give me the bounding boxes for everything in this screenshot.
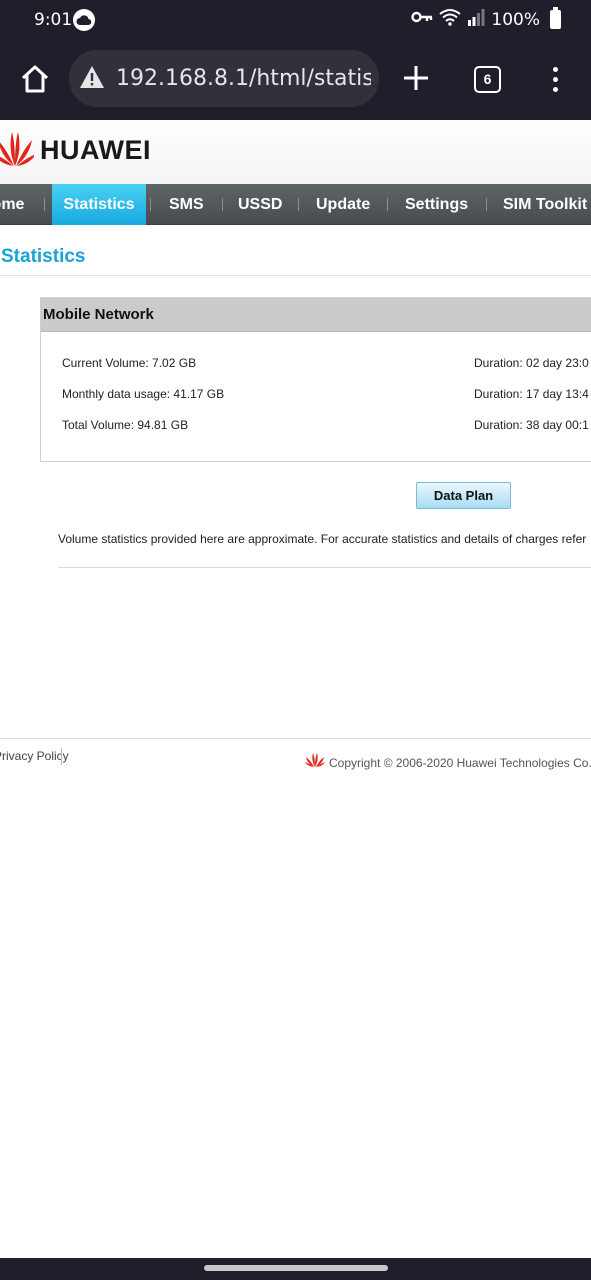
site-header: HUAWEI — [0, 120, 591, 184]
nav-separator — [150, 198, 151, 211]
wifi-icon — [439, 8, 462, 31]
note-divider — [58, 567, 591, 568]
nav-statistics[interactable]: Statistics — [52, 184, 146, 225]
home-icon[interactable] — [20, 64, 50, 94]
nav-sim-toolkit-label: SIM Toolkit — [503, 196, 588, 213]
panel-header: Mobile Network — [41, 298, 591, 332]
volume-note: Volume statistics provided here are appr… — [58, 532, 587, 546]
monthly-duration: Duration: 17 day 13:4 — [474, 387, 589, 401]
current-duration: Duration: 02 day 23:0 — [474, 356, 589, 370]
nav-separator — [44, 198, 45, 211]
total-duration: Duration: 38 day 00:1 — [474, 418, 589, 432]
copyright: Copyright © 2006-2020 Huawei Technologie… — [305, 752, 591, 773]
nav-update-label: Update — [316, 196, 371, 213]
nav-settings[interactable]: Settings — [405, 184, 468, 225]
battery-percent: 100% — [491, 9, 540, 30]
nav-separator — [486, 198, 487, 211]
current-volume: Current Volume: 7.02 GB — [62, 356, 197, 370]
main-nav: Home Statistics SMS USSD Update Settings… — [0, 184, 591, 225]
home-gesture-handle[interactable] — [204, 1265, 388, 1271]
signal-icon — [467, 8, 485, 31]
nav-sms[interactable]: SMS — [169, 184, 204, 225]
privacy-policy-label: Privacy Policy — [0, 749, 69, 763]
vpn-key-icon — [411, 10, 433, 29]
nav-update[interactable]: Update — [316, 184, 370, 225]
web-page: HUAWEI Home Statistics SMS USSD Update S… — [0, 120, 591, 1258]
huawei-flower-icon — [0, 128, 36, 173]
system-nav-bar — [0, 1258, 591, 1280]
nav-separator — [222, 198, 223, 211]
cloud-icon — [73, 9, 95, 31]
status-icons: 100% — [411, 7, 561, 31]
panel-title: Mobile Network — [43, 306, 154, 323]
data-plan-button[interactable]: Data Plan — [416, 482, 511, 509]
status-time: 9:01 — [34, 10, 73, 30]
nav-ussd-label: USSD — [238, 196, 283, 213]
page-title: Statistics — [1, 246, 86, 267]
nav-separator — [298, 198, 299, 211]
battery-icon — [550, 7, 561, 29]
nav-sim-toolkit[interactable]: SIM Toolkit — [503, 184, 587, 225]
new-tab-icon[interactable] — [403, 65, 429, 91]
tab-switcher-button[interactable]: 6 — [474, 66, 501, 93]
more-menu-icon[interactable] — [553, 67, 559, 93]
huawei-small-logo-icon — [305, 752, 325, 773]
nav-home[interactable]: Home — [0, 184, 48, 225]
nav-home-label: Home — [0, 196, 25, 213]
privacy-policy-link[interactable]: Privacy Policy — [0, 749, 69, 763]
footer-divider — [0, 738, 591, 739]
monthly-usage: Monthly data usage: 41.17 GB — [62, 387, 225, 401]
total-volume: Total Volume: 94.81 GB — [62, 418, 189, 432]
mobile-network-panel: Mobile Network Current Volume: 7.02 GB D… — [40, 297, 591, 462]
url-text[interactable]: 192.168.8.1/html/statistics.html — [116, 66, 371, 91]
nav-separator — [387, 198, 388, 211]
huawei-logo[interactable]: HUAWEI — [0, 128, 151, 173]
title-divider — [0, 275, 591, 276]
status-bar: 9:01 100% — [0, 0, 591, 40]
nav-statistics-label: Statistics — [63, 196, 135, 213]
brand-name: HUAWEI — [40, 135, 151, 165]
copyright-text: Copyright © 2006-2020 Huawei Technologie… — [329, 755, 591, 770]
footer-separator — [61, 748, 62, 765]
nav-sms-label: SMS — [169, 196, 204, 213]
address-bar[interactable]: 192.168.8.1/html/statistics.html — [69, 50, 379, 107]
nav-settings-label: Settings — [405, 196, 469, 213]
nav-ussd[interactable]: USSD — [238, 184, 282, 225]
warning-icon[interactable] — [79, 65, 105, 94]
browser-toolbar: 192.168.8.1/html/statistics.html 6 — [0, 40, 591, 120]
